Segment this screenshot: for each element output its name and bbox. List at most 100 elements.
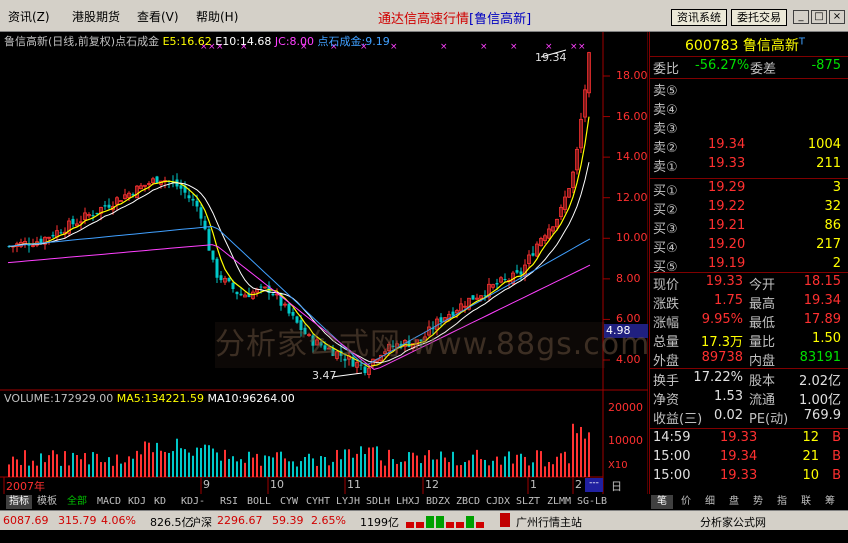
indicator-tab[interactable]: ZBCD	[454, 495, 482, 509]
volume-bar	[152, 452, 154, 477]
candle-body	[471, 295, 475, 300]
weicha-value: -875	[811, 58, 841, 73]
volume-bar	[196, 447, 198, 477]
menu-help[interactable]: 帮助(H)	[196, 8, 238, 25]
indicator-tab[interactable]: SLZT	[514, 495, 542, 509]
volume-bar	[28, 465, 30, 477]
menu-view[interactable]: 查看(V)	[137, 8, 179, 25]
panel-tab[interactable]: 盘	[723, 495, 745, 509]
candle-body	[215, 258, 219, 278]
minimize-button[interactable]: _	[793, 10, 809, 24]
station-name[interactable]: 广州行情主站	[516, 514, 582, 530]
indicator-tab[interactable]: KD	[150, 495, 170, 509]
candle-body	[207, 229, 211, 251]
panel-tab[interactable]: 细	[699, 495, 721, 509]
ask-row[interactable]: 卖① 19.33 211	[650, 156, 848, 175]
volume-bar	[76, 454, 78, 477]
indicator-tab[interactable]: CYW	[276, 495, 302, 509]
indicator-tab[interactable]: RSI	[216, 495, 242, 509]
indicator-tab[interactable]: CYHT	[304, 495, 332, 509]
trade-button[interactable]: 委托交易	[731, 9, 787, 26]
candle-body	[515, 270, 519, 273]
volume-bar	[492, 460, 494, 477]
panel-tab[interactable]: 价	[675, 495, 697, 509]
info-system-button[interactable]: 资讯系统	[671, 9, 727, 26]
panel-tab[interactable]: 筹	[819, 495, 841, 509]
indicator-tab[interactable]: KDJ-TDX	[172, 495, 214, 521]
panel-tab[interactable]: 势	[747, 495, 769, 509]
volume-bar	[544, 466, 546, 477]
panel-tab[interactable]: 联	[795, 495, 817, 509]
indicator-tab[interactable]: LHXJ	[394, 495, 422, 509]
date-axis-label: 1	[530, 478, 537, 491]
indicator-tab[interactable]: CJDX	[484, 495, 512, 509]
kline-svg[interactable]: × × × × × × × × × × × × × ×	[0, 32, 648, 494]
volume-bar	[572, 423, 574, 477]
volume-bar	[56, 454, 58, 477]
menu-hk-futures[interactable]: 港股期货	[72, 8, 120, 25]
bid-row[interactable]: 买② 19.22 32	[650, 199, 848, 218]
maximize-button[interactable]: □	[811, 10, 827, 24]
bid-volume: 217	[816, 237, 841, 252]
period-scroll[interactable]: ---	[585, 478, 603, 492]
indicator-tab[interactable]: LYJH	[334, 495, 362, 509]
stock-code-name: 600783 鲁信高新T	[685, 35, 805, 55]
indicator-tab[interactable]: 指标	[6, 495, 32, 509]
sh-percent: 4.06%	[101, 514, 136, 527]
sz-index: 2296.67	[217, 514, 263, 527]
volume-bar	[316, 465, 318, 477]
bid-row[interactable]: 买④ 19.20 217	[650, 237, 848, 256]
volume-bar	[140, 454, 142, 477]
kline-chart-pane[interactable]: × × × × × × × × × × × × × × 鲁信高新(日线,前复权)点石成金 E5:16.62…	[0, 32, 649, 509]
app-title: 通达信高速行情[鲁信高新]	[378, 12, 532, 27]
low-price-label: 3.47	[312, 369, 337, 382]
ask-row[interactable]: 卖② 19.34 1004	[650, 137, 848, 156]
panel-tab[interactable]: 指	[771, 495, 793, 509]
indicator-tab[interactable]: MACD	[94, 495, 124, 509]
volume-bar	[524, 456, 526, 477]
chart-title: 鲁信高新(日线,前复权)点石成金	[4, 35, 160, 48]
volume-bar	[128, 456, 130, 477]
indicator-tab[interactable]: 模板	[34, 495, 60, 509]
candle-body	[519, 271, 523, 275]
volume-bar	[44, 462, 46, 477]
menu-info[interactable]: 资讯(Z)	[8, 8, 50, 25]
signal-marker: ×	[510, 42, 518, 52]
indicator-tab[interactable]: BDZX	[424, 495, 452, 509]
volume-bar	[476, 449, 478, 477]
brand-text: 分析家公式网 www.88gs.com	[700, 516, 784, 543]
bid-price: 19.22	[708, 199, 746, 214]
volume-bar	[216, 452, 218, 477]
bid-volume: 2	[832, 256, 841, 271]
volume-bar	[244, 462, 246, 477]
ask-price: 19.34	[708, 137, 746, 152]
candle-body	[259, 286, 263, 288]
ask-row[interactable]: 卖⑤	[650, 80, 848, 99]
volume-bar	[548, 462, 550, 477]
candle-body	[51, 234, 55, 237]
indicator-tab[interactable]: 全部	[62, 495, 92, 509]
bid-row[interactable]: 买① 19.29 3	[650, 180, 848, 199]
low-arrow	[331, 372, 363, 378]
volume-bar	[424, 455, 426, 477]
e5-value: E5:16.62	[162, 35, 212, 48]
e10-value: E10:14.68	[215, 35, 272, 48]
indicator-tab[interactable]: KDJ	[126, 495, 148, 509]
stock-name: 鲁信高新	[742, 38, 799, 54]
volume-bar	[344, 449, 346, 477]
indicator-tab[interactable]: SDLH	[364, 495, 392, 509]
panel-tab[interactable]: 笔	[651, 495, 673, 509]
candle-body	[191, 198, 195, 201]
candle-body	[187, 195, 191, 199]
volume-bar	[148, 442, 150, 477]
ask-row[interactable]: 卖④	[650, 99, 848, 118]
ask-row[interactable]: 卖③	[650, 118, 848, 137]
indicator-tab[interactable]: SG-LB	[576, 495, 608, 509]
close-button[interactable]: ×	[829, 10, 845, 24]
bid-row[interactable]: 买③ 19.21 86	[650, 218, 848, 237]
volume-bar	[336, 449, 338, 477]
signal-marker: ×	[578, 42, 586, 52]
indicator-tab[interactable]: BOLL	[244, 495, 274, 509]
indicator-tab[interactable]: ZLMM	[544, 495, 574, 509]
volume-bar	[48, 455, 50, 477]
